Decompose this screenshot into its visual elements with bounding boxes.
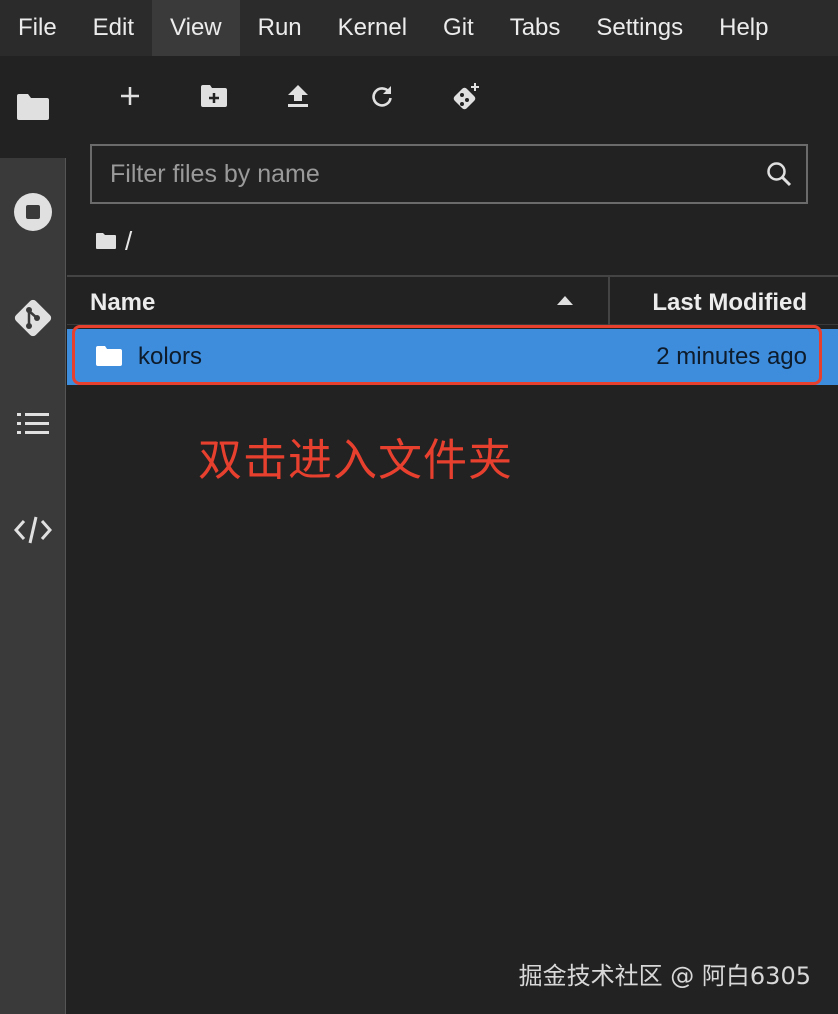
menu-tabs[interactable]: Tabs [492,0,579,56]
file-name: kolors [138,343,203,370]
breadcrumb: / [95,226,132,256]
file-list-item[interactable]: kolors 2 minutes ago [67,329,838,385]
new-launcher-button[interactable] [108,76,152,116]
refresh-icon [372,86,392,107]
stop-circle-icon [14,193,52,231]
file-browser-panel: / Name Last Modified kolors 2 minutes ag… [67,56,838,1014]
upload-button[interactable] [276,76,320,116]
file-browser-tab[interactable] [0,56,66,158]
column-divider[interactable] [608,277,610,327]
git-icon [14,299,52,337]
file-last-modified: 2 minutes ago [656,343,807,370]
table-of-contents-tab[interactable] [0,394,66,454]
menu-help[interactable]: Help [701,0,786,56]
extensions-code-tab[interactable] [0,500,66,560]
file-list-header: Name Last Modified [67,275,838,327]
git-tab[interactable] [0,288,66,348]
breadcrumb-path[interactable]: / [125,226,132,257]
home-folder-icon[interactable] [95,232,117,250]
jupyterlab-window: File Edit View Run Kernel Git Tabs Setti… [0,0,838,1014]
refresh-button[interactable] [360,76,404,116]
menu-file[interactable]: File [0,0,75,56]
filter-input[interactable] [92,146,752,202]
menu-run[interactable]: Run [240,0,320,56]
new-folder-icon [201,85,227,107]
upload-icon [288,85,308,107]
git-clone-button[interactable] [444,76,488,116]
menu-git[interactable]: Git [425,0,492,56]
activity-bar [0,56,66,1014]
code-icon [13,516,53,544]
sort-ascending-icon[interactable] [556,294,574,306]
column-header-name[interactable]: Name [90,289,155,317]
plus-icon [121,87,139,105]
search-icon [752,161,806,187]
git-clone-icon [453,83,479,110]
column-header-last-modified[interactable]: Last Modified [652,289,807,317]
list-icon [17,413,49,434]
filter-field [90,144,808,204]
annotation-text: 双击进入文件夹 [198,435,513,486]
folder-icon [96,346,122,366]
menu-settings[interactable]: Settings [578,0,701,56]
folder-icon [17,94,49,120]
menu-kernel[interactable]: Kernel [320,0,425,56]
menu-bar: File Edit View Run Kernel Git Tabs Setti… [0,0,838,56]
watermark: 掘金技术社区 @ 阿白6305 [518,962,811,990]
menu-view[interactable]: View [152,0,240,56]
running-sessions-tab[interactable] [0,182,66,242]
menu-edit[interactable]: Edit [75,0,152,56]
new-folder-button[interactable] [192,76,236,116]
